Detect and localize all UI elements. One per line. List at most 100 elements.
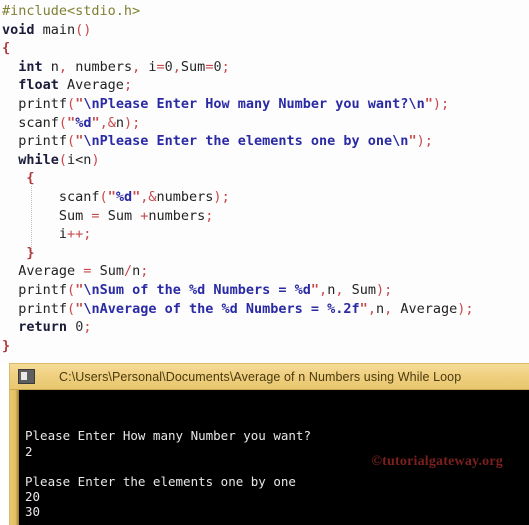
code-token-punct: , xyxy=(132,58,141,75)
code-token-quote: " xyxy=(359,300,368,317)
code-token-punct: = xyxy=(156,58,165,75)
console-output-lines: Please Enter How many Number you want? 2 P… xyxy=(25,428,529,525)
code-token-id xyxy=(67,319,75,335)
code-token-quote: " xyxy=(107,188,116,205)
watermark-text: ©tutorialgateway.org xyxy=(371,454,503,469)
code-token-punct: / xyxy=(123,263,133,280)
code-token-punct: ; xyxy=(440,95,450,112)
code-token-punct: & xyxy=(107,114,116,131)
console-line: 20 xyxy=(25,489,41,505)
code-token-punct: , xyxy=(172,58,181,75)
code-editor[interactable]: #include<stdio.h> void main(){ int n, num… xyxy=(0,0,529,364)
code-token-punct: ( xyxy=(67,300,76,317)
code-token-id: n xyxy=(42,58,59,75)
code-token-id: numbers xyxy=(148,207,206,224)
code-token-punct: ) xyxy=(416,133,425,150)
code-line: printf("\nSum of the %d Numbers = %d",n,… xyxy=(0,281,529,300)
code-token-quote: " xyxy=(132,188,141,205)
code-token-punct: ; xyxy=(221,188,230,205)
code-token-quote: " xyxy=(424,95,433,112)
code-token-punct: ) xyxy=(432,95,441,112)
code-token-punct: ( xyxy=(99,188,108,205)
code-token-id: n xyxy=(132,263,141,280)
code-token-id: Sum xyxy=(91,263,124,280)
code-token-punct: ++ xyxy=(67,226,84,243)
code-line: printf("\nPlease Enter How many Number y… xyxy=(0,95,529,114)
code-token-punct: ; xyxy=(221,58,230,75)
code-token-punct: ) xyxy=(91,151,100,168)
code-token-punct: , xyxy=(367,300,376,317)
console-left-strip xyxy=(10,390,19,525)
code-token-quote: " xyxy=(310,281,320,298)
code-token-punct: , xyxy=(384,300,393,317)
code-token-punct: = xyxy=(91,207,100,224)
code-token-id: Average xyxy=(18,263,84,280)
code-line: { xyxy=(0,39,529,58)
code-line: scanf("%d",&n); xyxy=(0,114,529,133)
code-token-kw: int xyxy=(18,58,43,75)
code-line: #include<stdio.h> xyxy=(0,2,529,21)
console-output: Please Enter How many Number you want? 2 P… xyxy=(19,390,529,525)
code-token-num: 0 xyxy=(213,58,222,75)
console-titlebar[interactable]: C:\Users\Personal\Documents\Average of n… xyxy=(10,364,529,390)
code-token-id: Sum xyxy=(99,207,141,224)
console-line: Please Enter How many Number you want? xyxy=(25,428,311,444)
code-token-punct: ( xyxy=(67,281,76,298)
code-token-num: 0 xyxy=(164,58,173,75)
code-token-quote: " xyxy=(91,114,100,131)
console-line: Please Enter the elements one by one xyxy=(25,474,296,489)
console-window[interactable]: C:\Users\Personal\Documents\Average of n… xyxy=(10,364,529,525)
code-token-kw: return xyxy=(18,319,68,336)
code-token-id: printf xyxy=(18,300,68,317)
code-token-brace: { xyxy=(18,170,35,187)
code-line: int n, numbers, i=0,Sum=0; xyxy=(0,58,529,77)
console-body[interactable]: Please Enter How many Number you want? 2 P… xyxy=(10,390,529,525)
code-token-str: %d xyxy=(115,188,133,205)
code-line: void main() xyxy=(0,21,529,40)
code-token-punct: ; xyxy=(123,77,133,94)
code-token-id: main xyxy=(34,21,76,38)
code-token-punct: ) xyxy=(213,188,222,205)
code-token-punct: ; xyxy=(132,114,141,131)
code-token-punct: ; xyxy=(83,226,92,243)
code-token-punct: ( xyxy=(58,114,68,131)
code-token-punct: ; xyxy=(465,300,474,317)
code-token-punct: ) xyxy=(375,281,385,298)
code-line-list: #include<stdio.h> void main(){ int n, num… xyxy=(0,2,529,355)
code-token-id: printf xyxy=(18,133,68,150)
code-token-punct: , xyxy=(319,281,328,298)
code-token-quote: " xyxy=(408,133,417,150)
code-token-id: i<n xyxy=(67,151,92,168)
code-token-str: %d xyxy=(75,114,92,131)
code-token-pre: #include<stdio.h> xyxy=(2,3,141,19)
code-token-str: \nPlease Enter the elements one by one\n xyxy=(83,133,409,150)
code-token-punct: ; xyxy=(424,133,433,150)
code-token-punct: & xyxy=(148,188,157,205)
code-token-punct: , xyxy=(58,58,68,75)
code-token-brace: } xyxy=(18,244,35,261)
code-token-quote: " xyxy=(67,114,76,131)
code-token-kw: float xyxy=(18,77,59,94)
code-token-id: numbers xyxy=(156,188,214,205)
code-line: printf("\nAverage of the %d Numbers = %.… xyxy=(0,300,529,319)
code-token-id: scanf xyxy=(42,188,100,205)
code-token-punct: , xyxy=(99,114,108,131)
console-line: 30 xyxy=(25,504,41,520)
code-token-id: Sum xyxy=(180,58,206,75)
code-token-id: i xyxy=(140,58,157,75)
code-line: Sum = Sum +numbers; xyxy=(0,207,529,226)
code-line: } xyxy=(0,337,529,356)
code-token-brace: } xyxy=(2,337,11,354)
code-token-id: Average xyxy=(58,77,124,94)
